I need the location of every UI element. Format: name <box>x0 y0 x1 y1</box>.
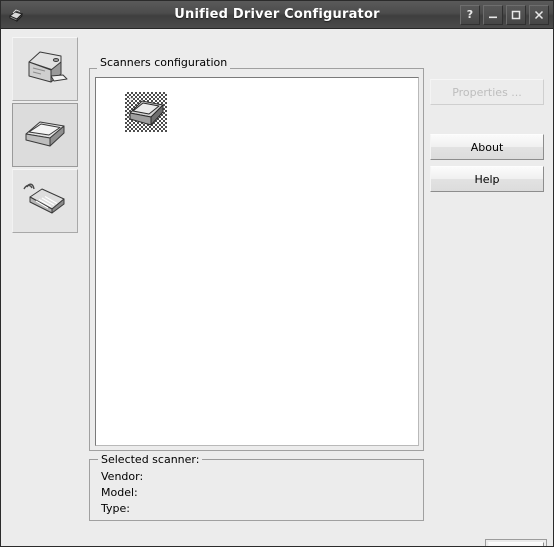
title-bar[interactable]: Unified Driver Configurator ? <box>1 1 553 29</box>
properties-button[interactable]: Properties ... <box>430 79 544 105</box>
printer-app-icon <box>5 4 27 26</box>
model-label: Model: <box>101 486 138 499</box>
sidebar-item-scanners-configuration[interactable] <box>12 103 78 167</box>
ports-icon <box>20 179 70 224</box>
selected-scanner-group: Selected scanner: Vendor: Model: Type: <box>89 453 424 521</box>
sidebar <box>12 37 78 235</box>
model-row: Model: <box>101 486 142 499</box>
scanners-configuration-group: Scanners configuration <box>89 56 424 451</box>
window-controls: ? <box>460 4 549 25</box>
maximize-icon[interactable] <box>506 4 526 25</box>
selected-scanner-label: Selected scanner: <box>98 453 203 466</box>
list-item[interactable] <box>123 88 171 136</box>
about-button[interactable]: About <box>430 134 544 160</box>
sidebar-item-printers-configuration[interactable] <box>12 37 78 101</box>
exit-button-focus-frame: Exit <box>485 539 547 546</box>
type-row: Type: <box>101 502 134 515</box>
application-window: Unified Driver Configurator ? Scanners c… <box>0 0 554 547</box>
help-button[interactable]: ? <box>460 4 480 25</box>
minimize-icon[interactable] <box>483 4 503 25</box>
type-label: Type: <box>101 502 130 515</box>
sidebar-item-ports-configuration[interactable] <box>12 169 78 233</box>
scanner-list[interactable] <box>95 77 419 446</box>
window-body: Scanners configuration Selected scanner:… <box>1 29 553 546</box>
scanners-group-label: Scanners configuration <box>97 56 231 69</box>
vendor-label: Vendor: <box>101 470 144 483</box>
help-button-main[interactable]: Help <box>430 166 544 192</box>
exit-button[interactable]: Exit <box>488 542 544 546</box>
scanner-device-icon <box>125 92 167 132</box>
printer-icon <box>21 46 69 93</box>
close-icon[interactable] <box>529 4 549 25</box>
scanner-icon <box>20 114 70 157</box>
vendor-row: Vendor: <box>101 470 147 483</box>
